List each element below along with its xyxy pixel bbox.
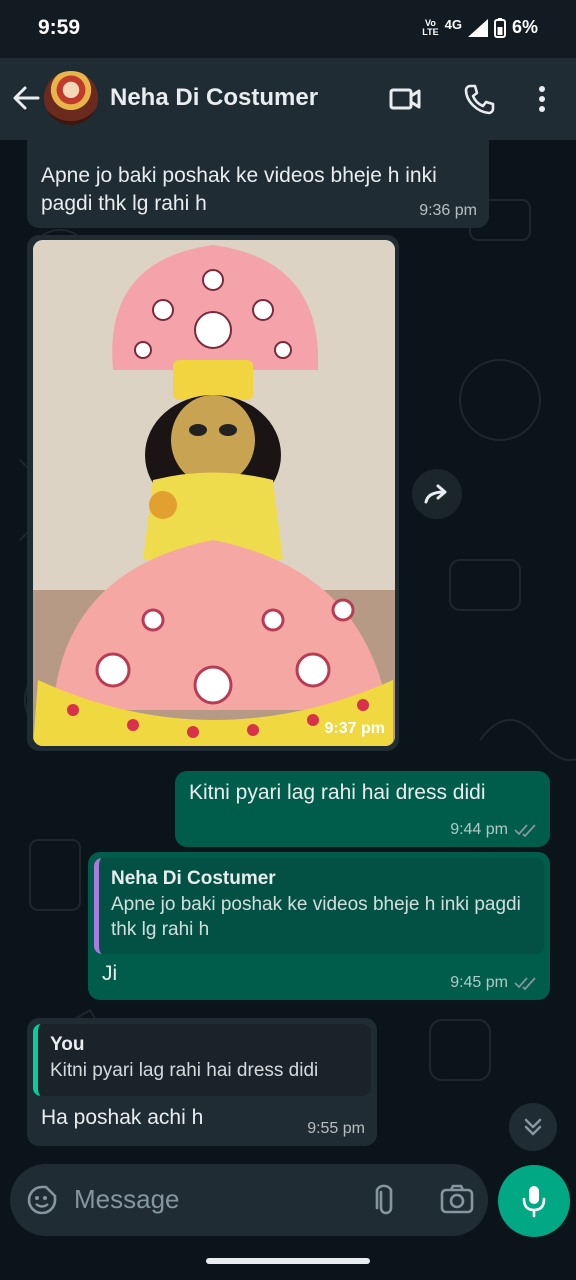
chat-header: Neha Di Costumer (0, 58, 576, 140)
quote-author: Neha Di Costumer (111, 868, 276, 889)
message-time: 9:55 pm (307, 1120, 365, 1137)
attachment-icon[interactable] (374, 1182, 398, 1218)
image-meta: 9:37 pm (325, 720, 385, 738)
message-text: Kitni pyari lag rahi hai dress didi (189, 781, 486, 804)
message-time: 9:44 pm (450, 821, 508, 838)
quote-text: Kitni pyari lag rahi hai dress didi (50, 1060, 319, 1081)
message-time: 9:45 pm (450, 974, 508, 991)
contact-avatar[interactable] (44, 71, 98, 125)
status-time: 9:59 (38, 16, 81, 39)
camera-icon[interactable] (440, 1184, 474, 1214)
message-input[interactable]: Message (74, 1184, 180, 1215)
message-outgoing-reply[interactable]: Neha Di Costumer Apne jo baki poshak ke … (88, 852, 550, 1000)
quote-author: You (50, 1034, 85, 1055)
image-content (33, 240, 395, 746)
read-ticks-icon (514, 824, 536, 837)
signal-icon (467, 18, 488, 37)
message-composer[interactable]: Message (10, 1164, 488, 1236)
read-ticks-icon (514, 977, 536, 990)
phone-call-icon[interactable] (462, 82, 496, 116)
battery-icon (493, 17, 506, 38)
message-meta: 9:44 pm (450, 821, 538, 839)
mic-icon (522, 1186, 546, 1218)
status-bar: 9:59 Vo LTE 4G 6% (0, 0, 576, 58)
message-time: 9:37 pm (324, 720, 385, 737)
back-arrow-icon[interactable] (10, 82, 42, 114)
video-call-icon[interactable] (388, 82, 422, 116)
message-meta: 9:55 pm (307, 1120, 365, 1138)
battery-percent: 6% (511, 17, 538, 37)
forward-button[interactable] (412, 469, 462, 519)
message-text: Ha poshak achi h (41, 1106, 204, 1129)
network-type: 4G (444, 17, 462, 32)
message-incoming-reply[interactable]: You Kitni pyari lag rahi hai dress didi … (27, 1018, 377, 1146)
status-indicators: Vo LTE 4G 6% (422, 17, 538, 38)
volte-indicator: Vo LTE (422, 17, 439, 37)
message-meta: 9:36 pm (419, 202, 477, 220)
more-vertical-icon[interactable] (528, 82, 556, 116)
sticker-icon[interactable] (26, 1184, 58, 1216)
message-meta: 9:45 pm (450, 974, 538, 992)
scroll-to-bottom-button[interactable] (509, 1103, 557, 1151)
message-outgoing[interactable]: Kitni pyari lag rahi hai dress didi 9:44… (175, 771, 550, 847)
quote-text: Apne jo baki poshak ke videos bheje h in… (111, 894, 521, 940)
chat-image[interactable]: 9:37 pm (33, 240, 395, 746)
gesture-nav-bar[interactable] (206, 1258, 370, 1264)
message-incoming[interactable]: Apne jo baki poshak ke videos bheje h in… (27, 130, 489, 228)
message-time: 9:36 pm (419, 202, 477, 219)
quoted-message[interactable]: Neha Di Costumer Apne jo baki poshak ke … (94, 858, 544, 954)
contact-name[interactable]: Neha Di Costumer (110, 84, 318, 112)
message-text: Apne jo baki poshak ke videos bheje h in… (41, 164, 437, 215)
message-text: Ji (102, 962, 118, 985)
double-chevron-down-icon (524, 1118, 542, 1136)
forward-icon (424, 484, 447, 504)
voice-record-button[interactable] (498, 1165, 570, 1237)
quoted-message[interactable]: You Kitni pyari lag rahi hai dress didi (33, 1024, 371, 1096)
